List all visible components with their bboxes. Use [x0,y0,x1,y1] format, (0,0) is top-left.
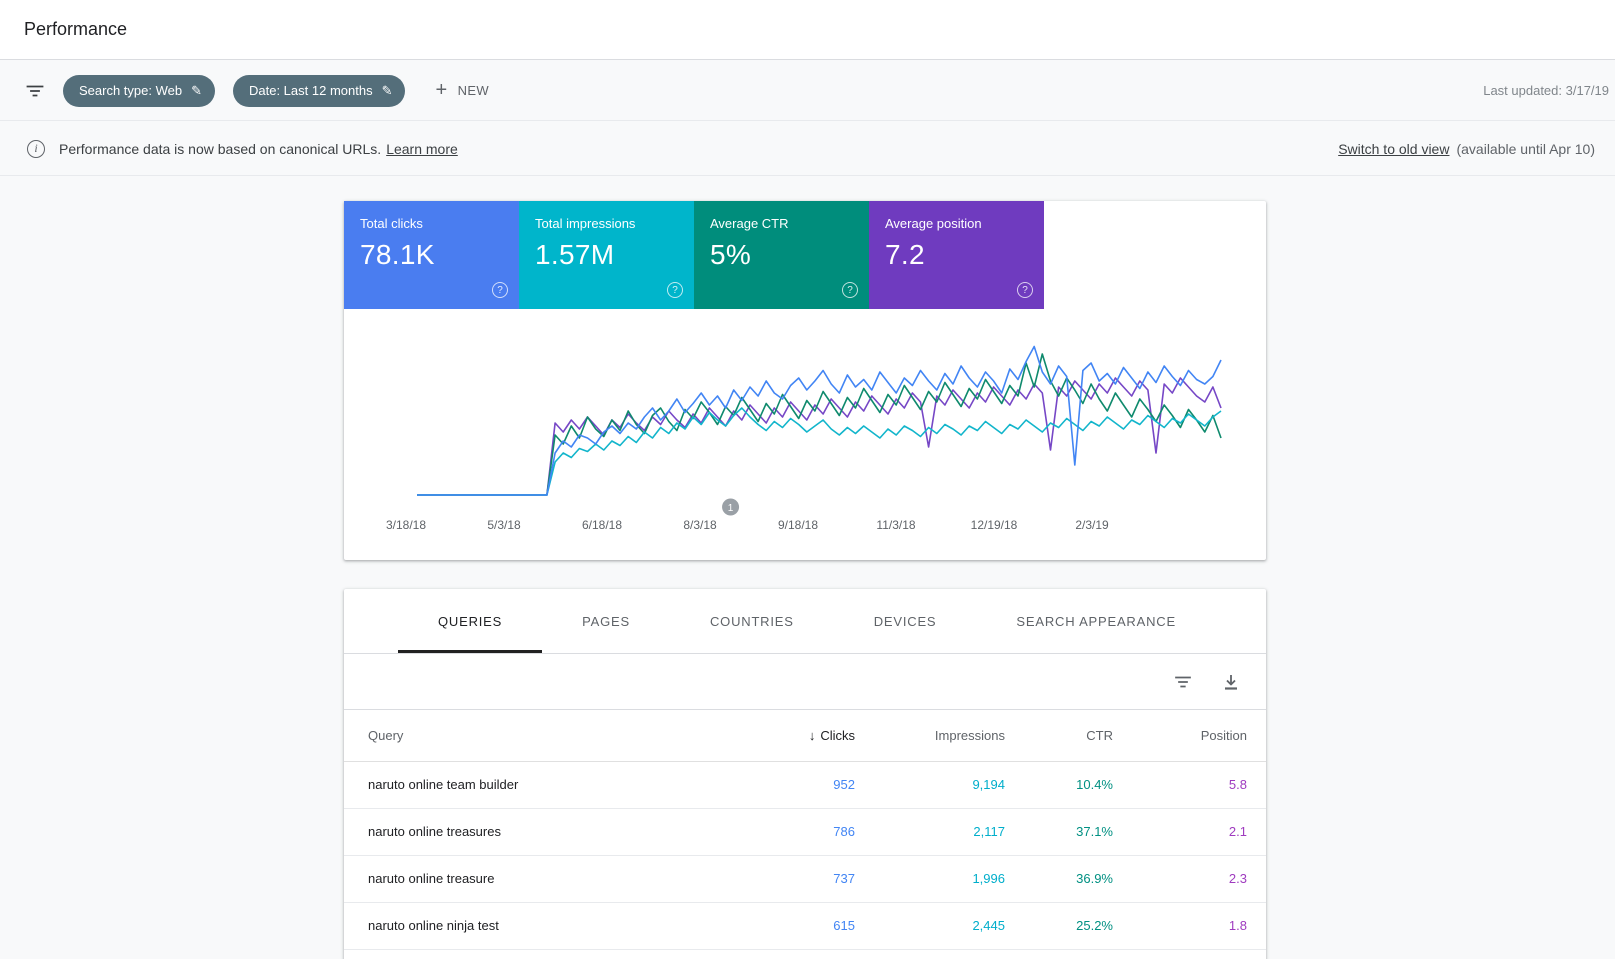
impressions-value: 2,117 [855,808,1005,856]
table-filter-icon[interactable] [1174,673,1192,691]
ctr-value: 10.4% [1005,761,1113,809]
query-cell: naruto online ninja test [344,902,705,950]
switch-to-old-view-link[interactable]: Switch to old view [1338,141,1449,157]
chart-line-position [417,377,1222,496]
x-axis-label: 9/18/18 [778,518,818,532]
tab-countries[interactable]: COUNTRIES [670,589,834,653]
metric-value: 7.2 [885,239,925,270]
svg-text:1: 1 [728,503,734,514]
position-value: 2.3 [1113,855,1266,903]
last-updated-text: Last updated: 3/17/19 [1483,83,1609,98]
tab-search-appearance[interactable]: SEARCH APPEARANCE [976,589,1216,653]
chart-annotation-badge[interactable]: 1 [722,498,740,516]
dimension-tabs: QUERIES PAGES COUNTRIES DEVICES SEARCH A… [344,589,1266,654]
table-row[interactable]: naruto online treasure 737 1,996 36.9% 2.3 [344,855,1266,903]
position-value: 2.1 [1113,808,1266,856]
tab-pages[interactable]: PAGES [542,589,670,653]
column-header-query[interactable]: Query [344,710,705,762]
ctr-value: 37.1% [1005,808,1113,856]
table-row[interactable]: naruto online ninja test 615 2,445 25.2% 1.8 [344,902,1266,950]
metric-average-ctr[interactable]: Average CTR 5% ? [694,201,869,309]
performance-chart: 3/18/18 5/3/18 6/18/18 8/3/18 9/18/18 11/3/18… [386,345,1222,532]
switch-note: (available until Apr 10) [1456,140,1595,157]
help-icon[interactable]: ? [667,282,683,298]
x-axis-label: 6/18/18 [582,518,622,532]
clicks-value: 737 [705,855,855,903]
edit-icon: ✎ [381,82,393,98]
position-value: 1.8 [1113,902,1266,950]
search-console-performance-page: Performance Search type: Web ✎ Date: Las… [0,0,1615,959]
x-axis-label: 5/3/18 [487,518,521,532]
app-header: Performance [0,0,1615,60]
new-filter-label: NEW [457,83,490,98]
search-type-chip[interactable]: Search type: Web ✎ [63,74,215,107]
x-axis-label: 3/18/18 [386,518,426,532]
metric-label: Average CTR [710,216,789,231]
query-cell: naruto online treasures [344,808,705,856]
help-icon[interactable]: ? [492,282,508,298]
query-cell: naruto online treasure [344,855,705,903]
chart-line-clicks [417,345,1222,496]
x-axis-label: 8/3/18 [683,518,717,532]
metric-value: 1.57M [535,239,615,270]
tab-devices[interactable]: DEVICES [834,589,977,653]
metric-average-position[interactable]: Average position 7.2 ? [869,201,1044,309]
metric-label: Total clicks [360,216,423,231]
impressions-value: 1,996 [855,855,1005,903]
new-filter-button[interactable]: + NEW [435,79,489,102]
info-banner: i Performance data is now based on canon… [0,122,1615,176]
queries-table: Query ↓ Clicks Impressions CTR Position n… [344,710,1266,950]
metric-label: Average position [885,216,982,231]
table-header-row: Query ↓ Clicks Impressions CTR Position [344,710,1266,762]
table-toolbar [344,654,1266,710]
dimensions-table-card: QUERIES PAGES COUNTRIES DEVICES SEARCH A… [344,589,1266,959]
impressions-value: 9,194 [855,761,1005,809]
learn-more-link[interactable]: Learn more [386,141,458,157]
ctr-value: 36.9% [1005,855,1113,903]
query-cell: naruto online team builder [344,761,705,809]
page-title: Performance [24,19,128,39]
metric-total-clicks[interactable]: Total clicks 78.1K ? [344,201,519,309]
metric-total-impressions[interactable]: Total impressions 1.57M ? [519,201,694,309]
info-icon: i [27,139,45,158]
metric-value: 78.1K [360,239,435,270]
metric-blocks: Total clicks 78.1K ? Total impressions 1… [344,201,1266,309]
filter-toolbar: Search type: Web ✎ Date: Last 12 months … [0,61,1615,121]
metric-value: 5% [710,239,752,270]
filter-list-icon[interactable] [25,81,45,101]
column-header-impressions[interactable]: Impressions [855,710,1005,762]
download-icon[interactable] [1222,673,1240,691]
clicks-value: 786 [705,808,855,856]
column-header-position[interactable]: Position [1113,710,1266,762]
date-range-chip-label: Date: Last 12 months [249,83,373,98]
search-type-chip-label: Search type: Web [79,83,183,98]
column-header-ctr[interactable]: CTR [1005,710,1113,762]
edit-icon: ✎ [191,82,202,98]
banner-message: Performance data is now based on canonic… [59,140,382,157]
position-value: 5.8 [1113,761,1266,809]
date-range-chip[interactable]: Date: Last 12 months ✎ [233,74,406,107]
metric-label: Total impressions [535,216,636,231]
tab-queries[interactable]: QUERIES [398,589,543,653]
column-header-clicks[interactable]: ↓ Clicks [705,710,855,762]
x-axis-label: 2/3/19 [1075,518,1109,532]
chart-line-impressions [417,407,1222,496]
table-row[interactable]: naruto online treasures 786 2,117 37.1% 2.1 [344,808,1266,856]
impressions-value: 2,445 [855,902,1005,950]
performance-chart-card: Total clicks 78.1K ? Total impressions 1… [344,201,1266,560]
ctr-value: 25.2% [1005,902,1113,950]
sort-desc-icon: ↓ [808,727,816,743]
clicks-value: 952 [705,761,855,809]
help-icon[interactable]: ? [1017,282,1033,298]
x-axis-label: 11/3/18 [876,518,915,532]
x-axis-label: 12/19/18 [971,518,1018,532]
plus-icon: + [435,79,448,101]
clicks-value: 615 [705,902,855,950]
help-icon[interactable]: ? [842,282,858,298]
table-row[interactable]: naruto online team builder 952 9,194 10.4% 5… [344,761,1266,809]
